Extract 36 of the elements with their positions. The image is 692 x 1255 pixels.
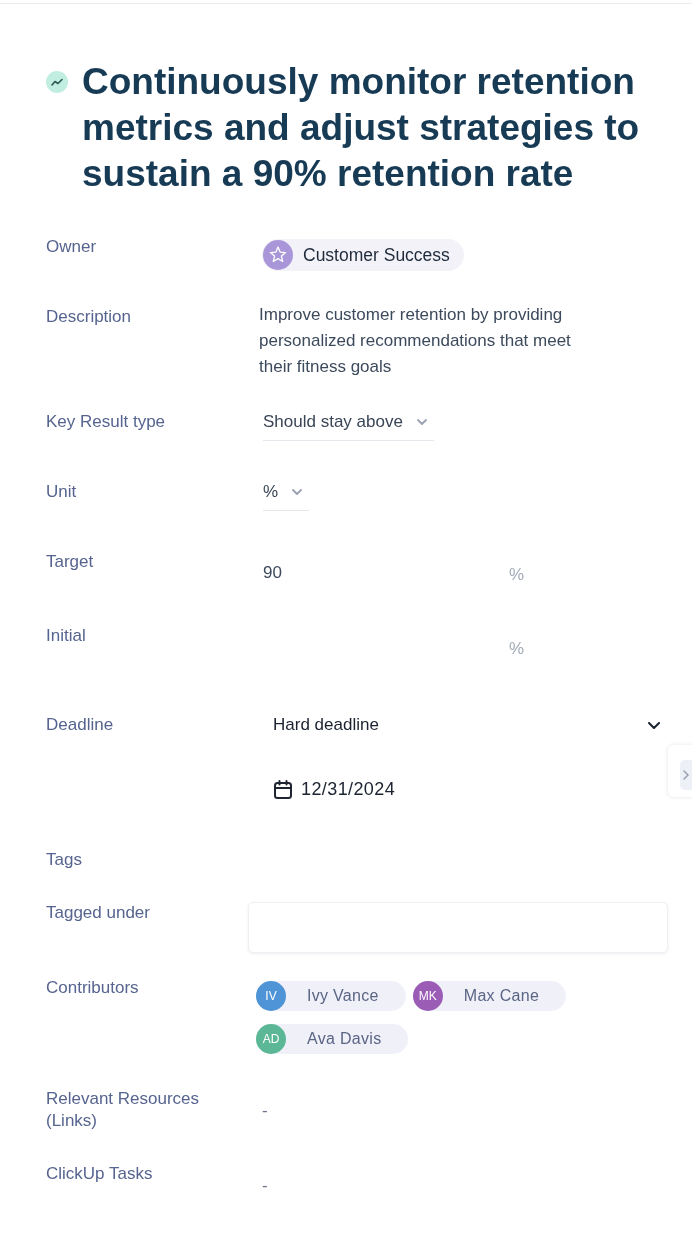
empty-value-text: -	[262, 1100, 268, 1122]
dropdown[interactable]: Should stay above	[263, 411, 434, 441]
owner-chip[interactable]: Customer Success	[262, 239, 464, 271]
field-label: ClickUp Tasks	[46, 1163, 154, 1185]
date-picker-button[interactable]: 12/31/2024	[274, 778, 396, 800]
field-label: Unit	[46, 481, 78, 503]
field-label: Owner	[46, 236, 98, 258]
avatar: MK	[412, 981, 443, 1011]
field-label: Contributors	[46, 977, 140, 999]
chevron-right-icon	[683, 769, 689, 780]
chevron-down-icon	[416, 419, 427, 425]
field-label: Initial	[46, 625, 87, 647]
contributor-chip[interactable]: IV Ivy Vance	[256, 981, 406, 1011]
dropdown[interactable]: %	[263, 481, 310, 511]
description-text: Improve customer retention by providing personalized recommendations that meet their fitness goals	[259, 304, 572, 378]
number-field[interactable]: 90	[263, 562, 503, 584]
unit-label: %	[509, 638, 525, 660]
panel-toggle-button[interactable]	[668, 745, 692, 797]
empty-value-text: -	[262, 1175, 268, 1197]
chevron-down-icon	[292, 489, 303, 495]
page-title: Continuously monitor retention metrics and adjust strategies to sustain a 90% retention rate	[82, 60, 641, 196]
contributor-chip[interactable]: AD Ava Davis	[256, 1024, 409, 1054]
unit-label: %	[509, 564, 525, 586]
field-label: Description	[46, 306, 133, 328]
dropdown[interactable]: Hard deadline	[263, 714, 660, 736]
calendar-icon	[274, 779, 292, 799]
field-label: Target	[46, 551, 95, 573]
field-label: Deadline	[46, 714, 115, 736]
contributor-chip[interactable]: MK Max Cane	[412, 981, 567, 1011]
field-label: Key Result type	[46, 411, 167, 433]
field-label: Relevant Resources (Links)	[46, 1088, 201, 1132]
field-label: Tags	[46, 849, 83, 871]
field-label: Tagged under	[46, 902, 151, 924]
avatar: IV	[256, 981, 286, 1011]
chevron-down-icon	[648, 721, 660, 729]
avatar: AD	[256, 1024, 286, 1054]
